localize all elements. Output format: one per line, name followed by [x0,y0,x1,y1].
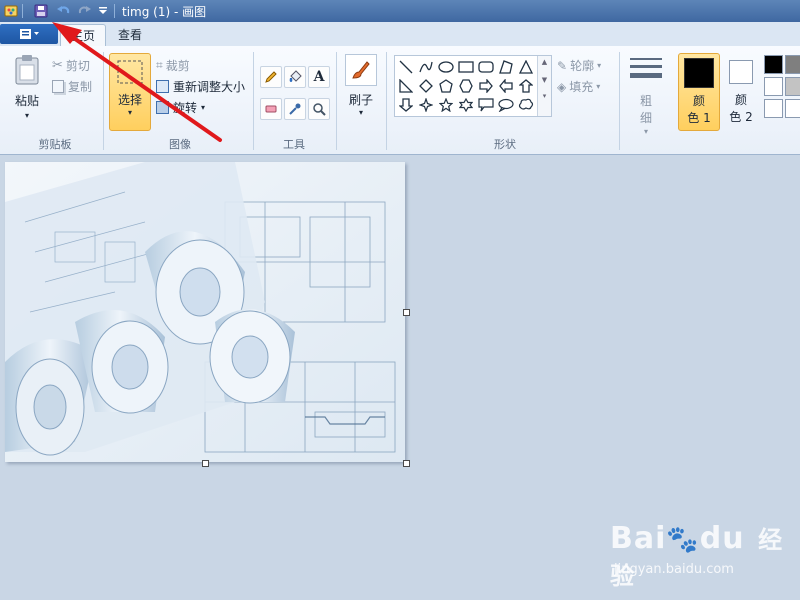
watermark-url: jingyan.baidu.com [614,562,734,577]
watermark-brand-du: du [699,521,745,556]
watermark-brand: Bai [610,521,667,556]
paw-icon: 🐾 [666,525,700,555]
baidu-jingyan-watermark: Bai🐾du 经验 jingyan.baidu.com [610,520,800,590]
annotation-arrow [52,22,222,142]
